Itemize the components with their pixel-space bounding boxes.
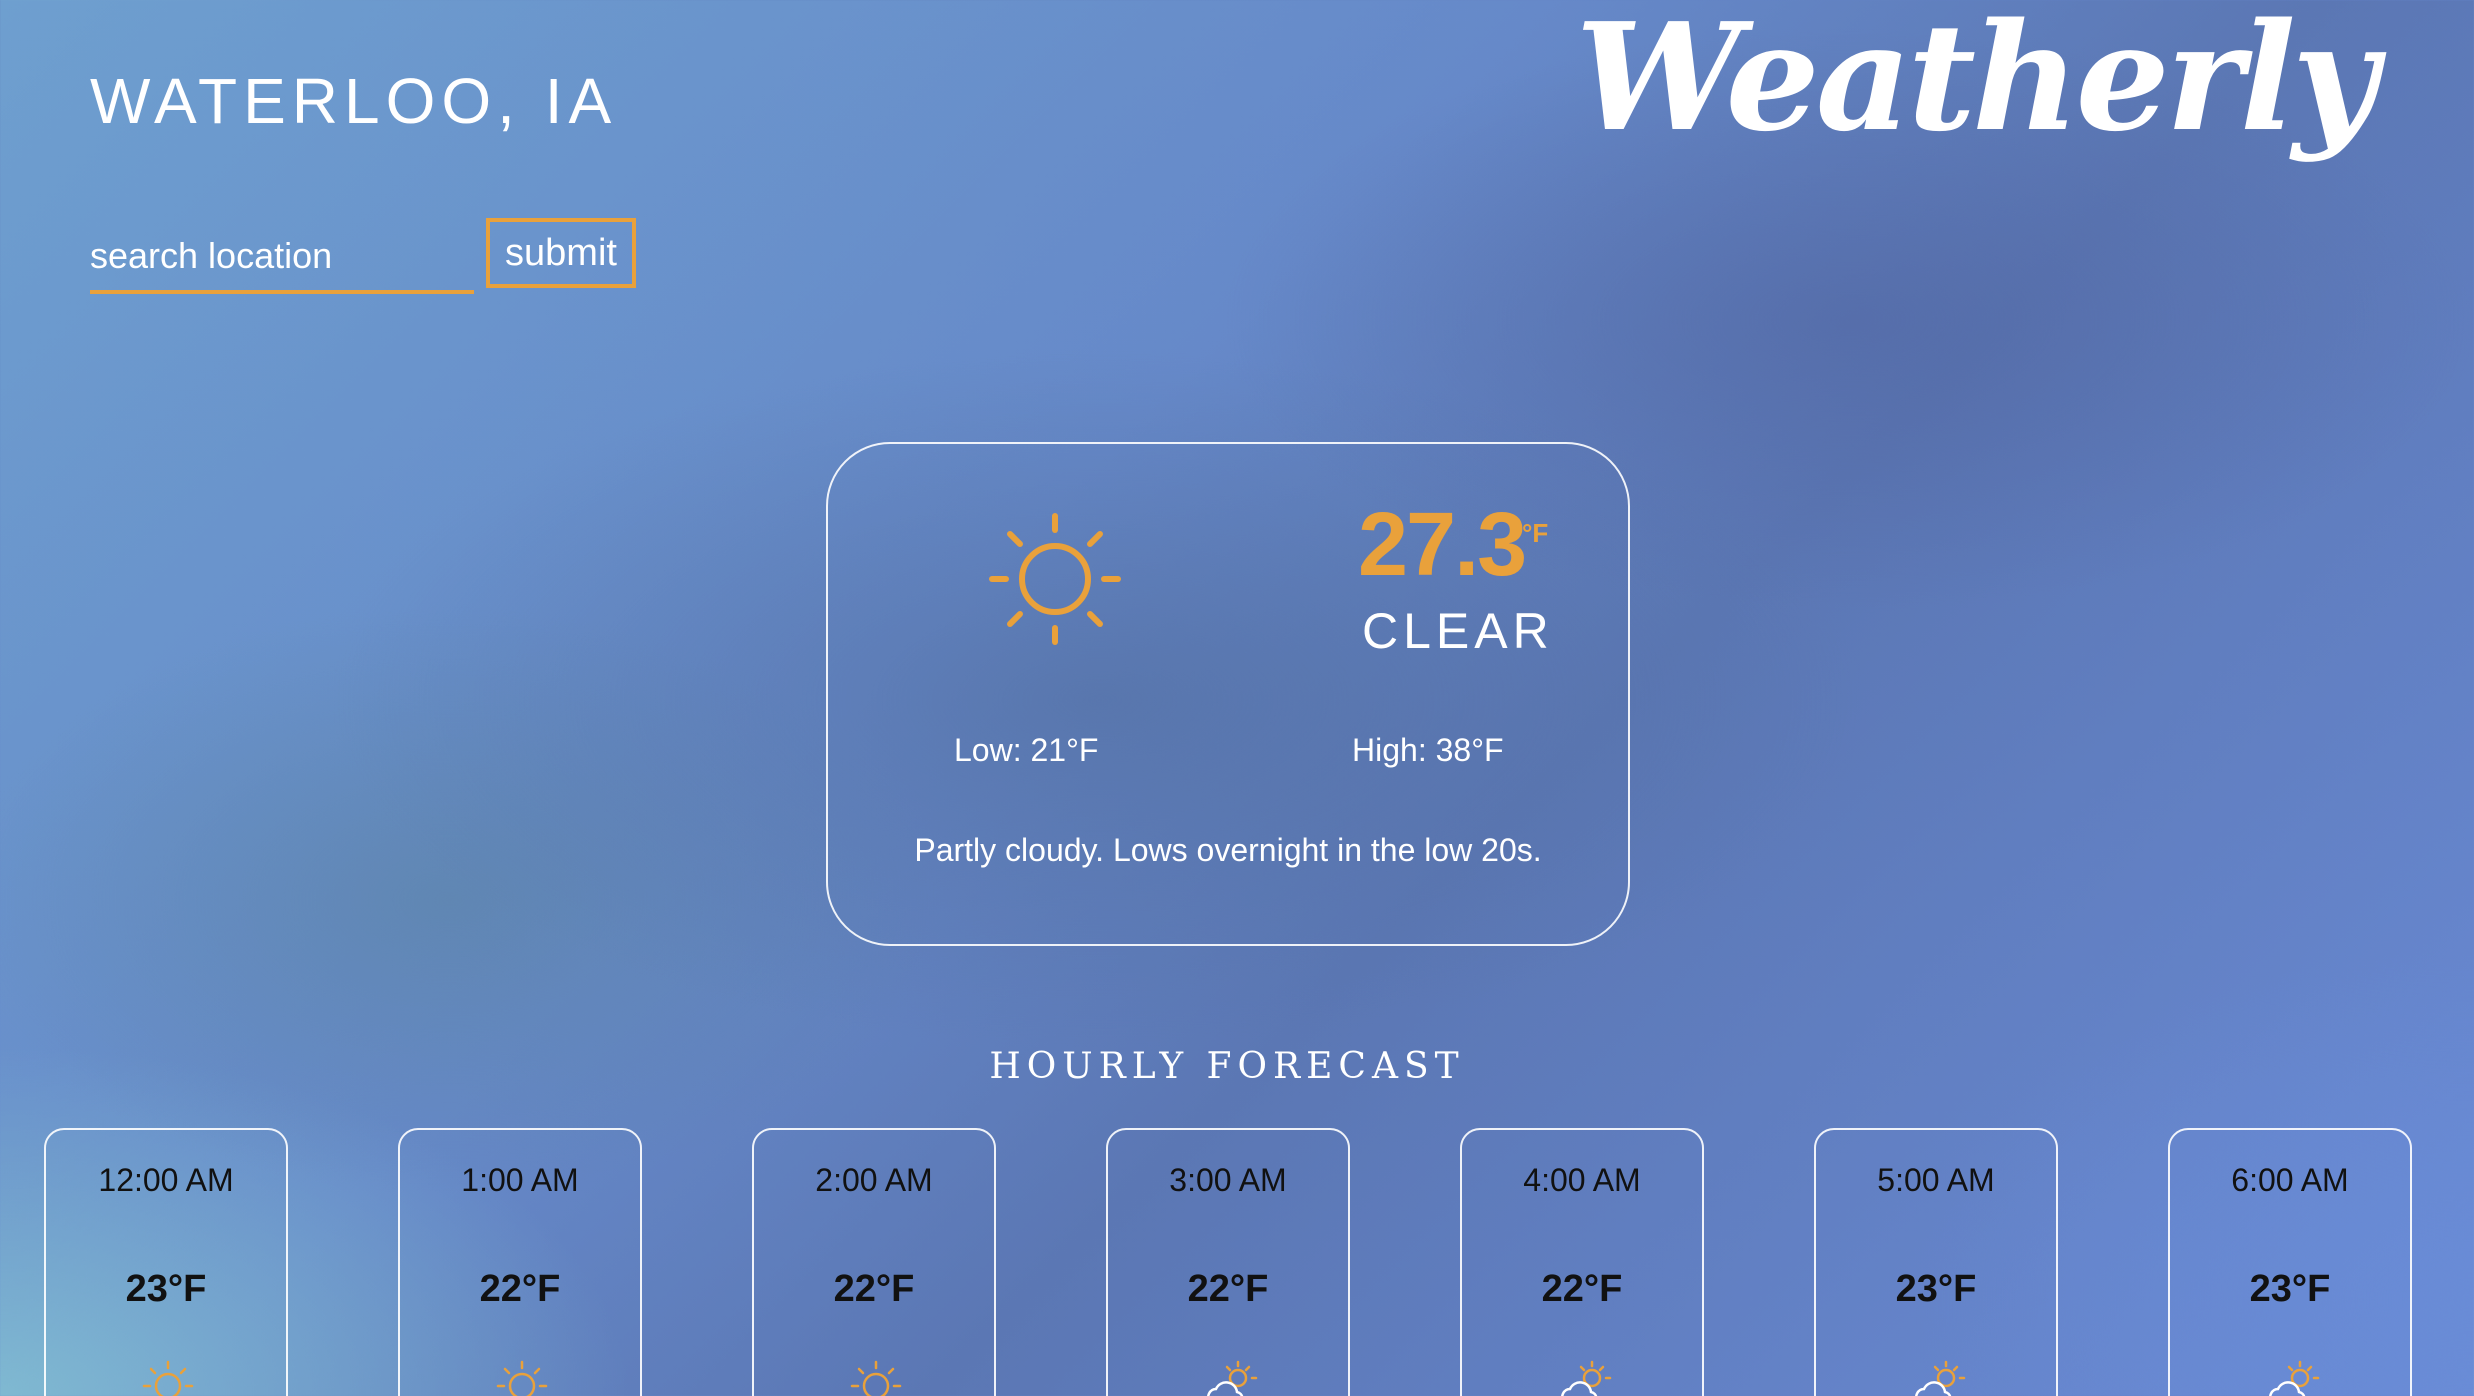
app-logo: Weatherly (1575, 0, 2378, 164)
partly-cloudy-icon (1207, 1360, 1258, 1396)
high-temperature: High: 38°F (1352, 732, 1504, 768)
hourly-time: 12:00 AM (98, 1162, 234, 1198)
hourly-temperature: 22°F (479, 1268, 561, 1310)
hourly-temperature: 23°F (1895, 1268, 1977, 1310)
hourly-forecast-list: 12:00 AM 23°F 1:00 AM 22°F 2:00 AM 22°F … (44, 1128, 2430, 1396)
search-input[interactable] (90, 222, 474, 294)
hourly-card: 5:00 AM 23°F (1814, 1128, 2058, 1396)
sun-icon (142, 1360, 194, 1396)
forecast-summary: Partly cloudy. Lows overnight in the low… (914, 832, 1542, 868)
hourly-time: 3:00 AM (1169, 1162, 1287, 1198)
hourly-card: 1:00 AM 22°F (398, 1128, 642, 1396)
location-title: WATERLOO, IA (90, 65, 618, 137)
partly-cloudy-icon (2269, 1360, 2320, 1396)
hourly-card: 4:00 AM 22°F (1460, 1128, 1704, 1396)
partly-cloudy-icon (1915, 1360, 1966, 1396)
hourly-temperature: 22°F (1541, 1268, 1623, 1310)
low-temperature: Low: 21°F (954, 732, 1099, 768)
hourly-time: 1:00 AM (461, 1162, 579, 1198)
hourly-time: 6:00 AM (2231, 1162, 2349, 1198)
hourly-forecast-title: HOURLY FORECAST (989, 1046, 1465, 1087)
search-bar: submit (90, 218, 636, 294)
hourly-temperature: 22°F (833, 1268, 915, 1310)
sun-icon (989, 513, 1121, 645)
current-weather-card: 27.3 °F CLEAR Low: 21°F High: 38°F Partl… (826, 442, 1630, 946)
sun-icon (496, 1360, 548, 1396)
hourly-card: 3:00 AM 22°F (1106, 1128, 1350, 1396)
hourly-temperature: 23°F (125, 1268, 207, 1310)
temperature-unit: °F (1522, 518, 1549, 548)
hourly-temperature: 23°F (2249, 1268, 2331, 1310)
current-temperature: 27.3 (1358, 495, 1527, 595)
hourly-time: 4:00 AM (1523, 1162, 1641, 1198)
current-condition: CLEAR (1362, 603, 1554, 659)
sun-icon (850, 1360, 902, 1396)
hourly-card: 12:00 AM 23°F (44, 1128, 288, 1396)
partly-cloudy-icon (1561, 1360, 1612, 1396)
hourly-card: 2:00 AM 22°F (752, 1128, 996, 1396)
hourly-time: 2:00 AM (815, 1162, 933, 1198)
hourly-time: 5:00 AM (1877, 1162, 1995, 1198)
hourly-card: 6:00 AM 23°F (2168, 1128, 2412, 1396)
submit-button[interactable]: submit (486, 218, 636, 288)
hourly-temperature: 22°F (1187, 1268, 1269, 1310)
